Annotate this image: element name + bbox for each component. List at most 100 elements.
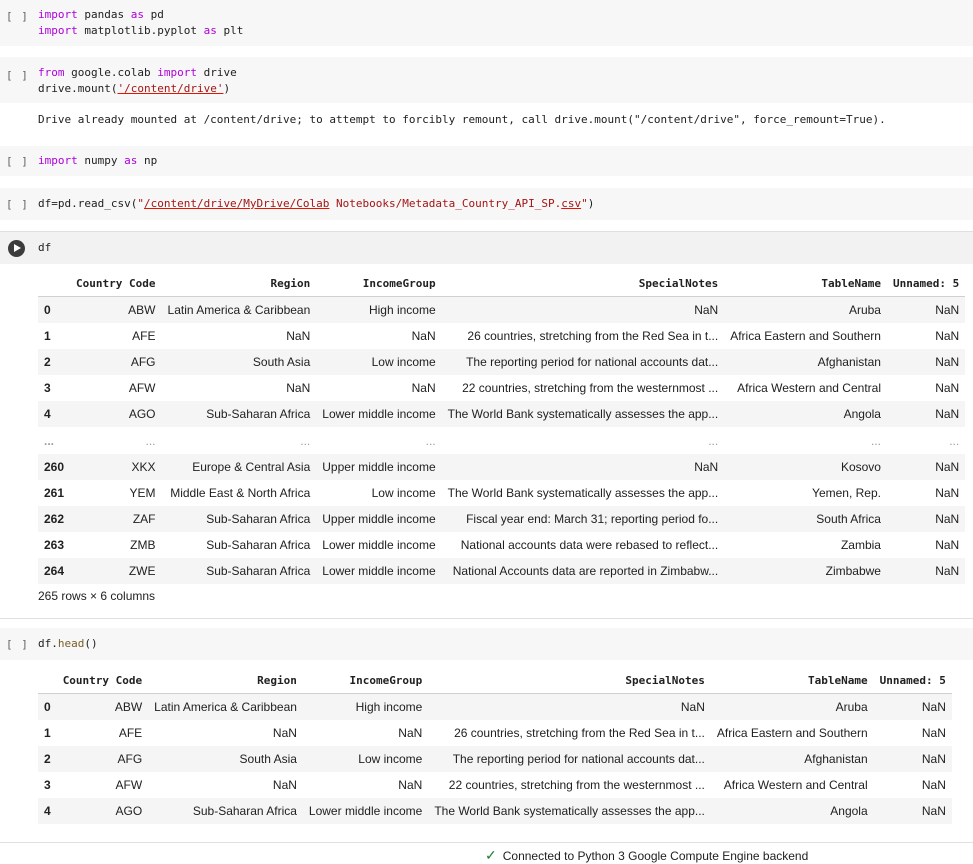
table-cell: NaN: [873, 746, 952, 772]
table-cell: NaN: [873, 693, 952, 720]
table-cell: NaN: [441, 454, 725, 480]
table-cell: Africa Eastern and Southern: [716, 726, 868, 740]
table-cell: Low income: [316, 349, 442, 375]
column-header: IncomeGroup: [316, 270, 442, 297]
table-cell: NaN: [886, 349, 966, 375]
table-cell: High income: [302, 693, 429, 720]
table-cell: South Asia: [148, 746, 303, 772]
table-cell: NaN: [886, 296, 966, 323]
cell-run-indicator[interactable]: [ ]: [6, 198, 29, 211]
row-index: 4: [38, 798, 57, 824]
column-header: TableName: [724, 270, 887, 297]
table-cell: Sub-Saharan Africa: [161, 506, 317, 532]
check-icon: ✓: [485, 847, 497, 863]
code-editor[interactable]: df.head(): [38, 636, 98, 652]
table-cell: Zimbabwe: [724, 558, 887, 584]
code-cell-df-head[interactable]: [ ] df.head(): [0, 628, 973, 660]
table-cell: AFG: [56, 746, 149, 772]
table-row: 264 ZWE Sub-Saharan Africa Lower middle inc…: [38, 558, 966, 584]
row-index: 1: [44, 329, 51, 343]
code-cell-df[interactable]: df: [0, 231, 973, 264]
table-cell: The reporting period for national accoun…: [441, 349, 725, 375]
run-cell-button[interactable]: [8, 240, 25, 257]
code-editor[interactable]: df=pd.read_csv("/content/drive/MyDrive/C…: [38, 196, 594, 212]
table-cell: NaN: [873, 798, 952, 824]
table-cell: Afghanistan: [724, 349, 887, 375]
table-cell: AGO: [56, 798, 149, 824]
table-cell: The World Bank systematically assesses t…: [441, 401, 725, 427]
code-editor[interactable]: import numpy as np: [38, 153, 157, 169]
table-cell: ...: [425, 433, 436, 448]
table-row: 263 ZMB Sub-Saharan Africa Lower middle inc…: [38, 532, 965, 558]
table-cell: Aruba: [710, 693, 874, 720]
cell-run-indicator[interactable]: [ ]: [6, 69, 29, 82]
table-cell: ABW: [70, 296, 162, 323]
table-cell: NaN: [886, 558, 966, 584]
divider: [0, 842, 973, 843]
table-row: 3 AFW NaN NaN 22 countries, stretching from …: [38, 772, 952, 798]
cell-run-indicator[interactable]: [ ]: [6, 638, 29, 651]
code-editor[interactable]: from google.colab import drive drive.mou…: [38, 65, 237, 97]
table-header-row: Country Code Region IncomeGroup SpecialN…: [38, 270, 966, 297]
table-cell: NaN: [921, 778, 946, 792]
divider: [0, 618, 973, 619]
cell-run-indicator[interactable]: [ ]: [6, 155, 29, 168]
table-cell: 26 countries, stretching from the Red Se…: [467, 329, 719, 343]
table-cell: National accounts data were rebased to r…: [460, 538, 719, 552]
code-cell-imports[interactable]: [ ] import pandas as pd import matplotli…: [0, 0, 973, 46]
table-row: 261 YEM Middle East & North Africa Low inco…: [38, 480, 965, 506]
table-cell: Africa Western and Central: [737, 381, 881, 395]
cell-run-indicator[interactable]: [ ]: [6, 10, 29, 23]
table-cell: Lower middle income: [322, 538, 436, 552]
table-cell: The World Bank systematically assesses t…: [447, 486, 719, 500]
column-header: Unnamed: 5: [886, 270, 966, 297]
code-cell-drive-mount[interactable]: [ ] from google.colab import drive drive…: [0, 57, 973, 103]
row-index: 4: [38, 401, 71, 427]
table-row: 2 AFG South Asia Low income The reporting pe…: [38, 349, 966, 375]
row-index: 1: [44, 726, 51, 740]
code-cell-read-csv[interactable]: [ ] df=pd.read_csv("/content/drive/MyDri…: [0, 188, 973, 220]
row-index: 3: [44, 778, 51, 792]
column-header: Region: [161, 270, 317, 297]
table-cell: NaN: [921, 726, 946, 740]
code-cell-numpy[interactable]: [ ] import numpy as np: [0, 146, 973, 176]
table-cell: NaN: [398, 726, 423, 740]
column-header: TableName: [710, 667, 874, 694]
row-index: 2: [38, 746, 57, 772]
table-cell: NaN: [411, 381, 436, 395]
table-header-row: Country Code Region IncomeGroup SpecialN…: [38, 667, 952, 694]
table-cell: NaN: [428, 693, 711, 720]
table-cell: NaN: [886, 506, 966, 532]
table-cell: South Africa: [724, 506, 887, 532]
column-header: SpecialNotes: [441, 270, 725, 297]
table-cell: Sub-Saharan Africa: [206, 538, 311, 552]
code-editor[interactable]: import pandas as pd import matplotlib.py…: [38, 7, 243, 39]
table-cell: Zambia: [840, 538, 881, 552]
table-cell: ...: [708, 433, 719, 448]
column-header: Country Code: [56, 667, 149, 694]
table-cell: ZAF: [70, 506, 162, 532]
table-row: 0 ABW Latin America & Caribbean High income…: [38, 693, 952, 720]
status-bar: ✓ Connected to Python 3 Google Compute E…: [485, 847, 808, 864]
table-cell: Middle East & North Africa: [170, 486, 311, 500]
row-index: 260: [38, 454, 71, 480]
table-cell: The World Bank systematically assesses t…: [428, 798, 711, 824]
table-cell: ...: [870, 433, 881, 448]
column-header: IncomeGroup: [302, 667, 429, 694]
table-cell: Europe & Central Asia: [161, 454, 317, 480]
table-row: 2 AFG South Asia Low income The reporting pe…: [38, 746, 952, 772]
dataframe-shape-text: 265 rows × 6 columns: [38, 589, 156, 603]
row-index: 263: [44, 538, 65, 552]
table-cell: Upper middle income: [316, 454, 442, 480]
head-output-table: Country Code Region IncomeGroup SpecialN…: [38, 667, 952, 824]
table-cell: Low income: [302, 746, 429, 772]
dataframe-output-table: Country Code Region IncomeGroup SpecialN…: [38, 270, 966, 584]
code-editor[interactable]: df: [38, 240, 51, 256]
table-row: 260 XKX Europe & Central Asia Upper middle …: [38, 454, 966, 480]
table-cell: NaN: [886, 454, 966, 480]
row-index: 261: [44, 486, 65, 500]
column-header: Unnamed: 5: [873, 667, 952, 694]
table-cell: AFE: [118, 726, 143, 740]
column-header: [38, 270, 71, 297]
table-row: 262 ZAF Sub-Saharan Africa Upper middle inc…: [38, 506, 966, 532]
